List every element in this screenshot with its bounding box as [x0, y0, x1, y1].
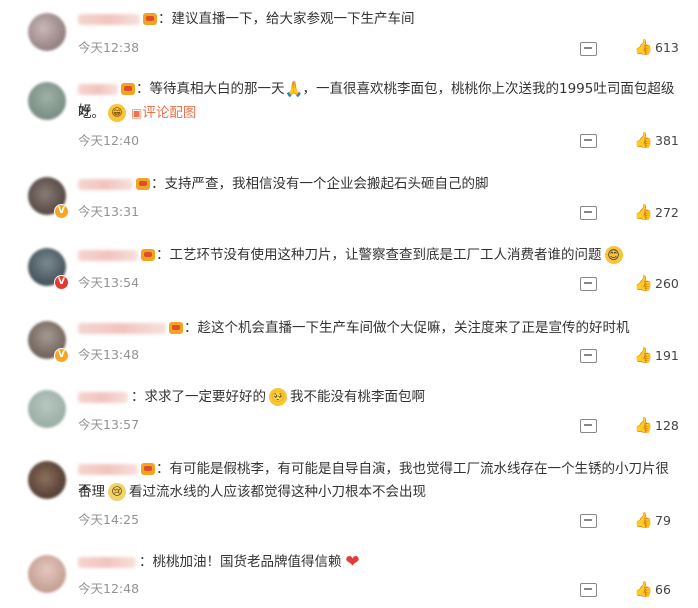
heart-emoji-icon: ❤	[345, 552, 360, 572]
thumbs-up-icon[interactable]: 👍	[634, 347, 653, 363]
blush-emoji-icon: 😊	[604, 246, 623, 264]
comment-text: ：建议直播一下，给大家参观一下生产车间	[78, 8, 680, 30]
like-count: 191	[655, 348, 679, 363]
comment-icon[interactable]	[580, 42, 597, 56]
username[interactable]	[78, 322, 166, 334]
vip-crown-icon	[136, 178, 150, 190]
comment-text: ：桃桃加油！国货老品牌值得信赖 ❤	[78, 551, 680, 573]
verified-badge-icon: V	[54, 348, 69, 363]
pleading-emoji-icon: 🥺	[269, 388, 287, 406]
vip-crown-icon	[141, 249, 155, 261]
thumbs-up-icon[interactable]: 👍	[634, 417, 653, 433]
avatar[interactable]	[28, 461, 66, 499]
username[interactable]	[78, 83, 118, 95]
vip-crown-icon	[141, 463, 155, 475]
like-count: 66	[655, 582, 671, 597]
like-count: 128	[655, 418, 679, 433]
comment-text: ：工艺环节没有使用这种刀片，让警察查查到底是工厂工人消费者谁的问题 😊	[78, 244, 680, 266]
pray-emoji-icon: 🙏	[284, 80, 304, 98]
username[interactable]	[78, 463, 138, 475]
vip-crown-icon	[121, 83, 135, 95]
comment-icon[interactable]	[580, 419, 597, 433]
thumbs-up-icon[interactable]: 👍	[634, 512, 653, 528]
comment-text: ：求求了一定要好好的 🥺 我不能没有桃李面包啊	[78, 386, 680, 408]
comment-text-continued: 吃。 😁 ▣评论配图	[78, 104, 197, 122]
comment-text: ：支持严查，我相信没有一个企业会搬起石头砸自己的脚	[78, 173, 680, 195]
grin-emoji-icon: 😁	[108, 104, 126, 122]
crying-emoji-icon: 😢	[108, 483, 126, 501]
thumbs-up-icon[interactable]: 👍	[634, 275, 653, 291]
thumbs-up-icon[interactable]: 👍	[634, 132, 653, 148]
comment-time: 今天14:25	[78, 512, 140, 527]
comment-time: 今天12:48	[78, 581, 140, 596]
verified-badge-icon: V	[54, 204, 69, 219]
username[interactable]	[78, 249, 138, 261]
comment-time: 今天12:40	[78, 133, 140, 148]
username[interactable]	[78, 178, 133, 190]
vip-crown-icon	[143, 13, 157, 25]
like-count: 272	[655, 205, 679, 220]
comment-image-link[interactable]: 评论配图	[142, 105, 196, 121]
comment-icon[interactable]	[580, 349, 597, 363]
thumbs-up-icon[interactable]: 👍	[634, 39, 653, 55]
comment-icon[interactable]	[580, 277, 597, 291]
comment-time: 今天12:38	[78, 40, 140, 55]
comment-icon[interactable]	[580, 206, 597, 220]
verified-badge-icon: V	[54, 275, 69, 290]
avatar[interactable]	[28, 555, 66, 593]
comment-time: 今天13:54	[78, 275, 140, 290]
vip-crown-icon	[169, 322, 183, 334]
like-count: 79	[655, 513, 671, 528]
avatar[interactable]	[28, 82, 66, 120]
avatar[interactable]	[28, 390, 66, 428]
thumbs-up-icon[interactable]: 👍	[634, 204, 653, 220]
comment-text: ：趁这个机会直播一下生产车间做个大促嘛，关注度来了正是宣传的好时机	[78, 317, 680, 339]
comment-icon[interactable]	[580, 514, 597, 528]
username[interactable]	[78, 13, 140, 25]
comment-text-continued: 合理 😢 看过流水线的人应该都觉得这种小刀根本不会出现	[78, 483, 426, 501]
like-count: 381	[655, 133, 679, 148]
comment-time: 今天13:57	[78, 417, 140, 432]
like-count: 613	[655, 40, 679, 55]
like-count: 260	[655, 276, 679, 291]
username[interactable]	[78, 556, 136, 568]
comment-time: 今天13:31	[78, 204, 140, 219]
comment-time: 今天13:48	[78, 347, 140, 362]
comment-icon[interactable]	[580, 134, 597, 148]
avatar[interactable]	[28, 13, 66, 51]
thumbs-up-icon[interactable]: 👍	[634, 581, 653, 597]
image-icon[interactable]: ▣	[131, 106, 142, 120]
comment-icon[interactable]	[580, 583, 597, 597]
username[interactable]	[78, 391, 128, 403]
